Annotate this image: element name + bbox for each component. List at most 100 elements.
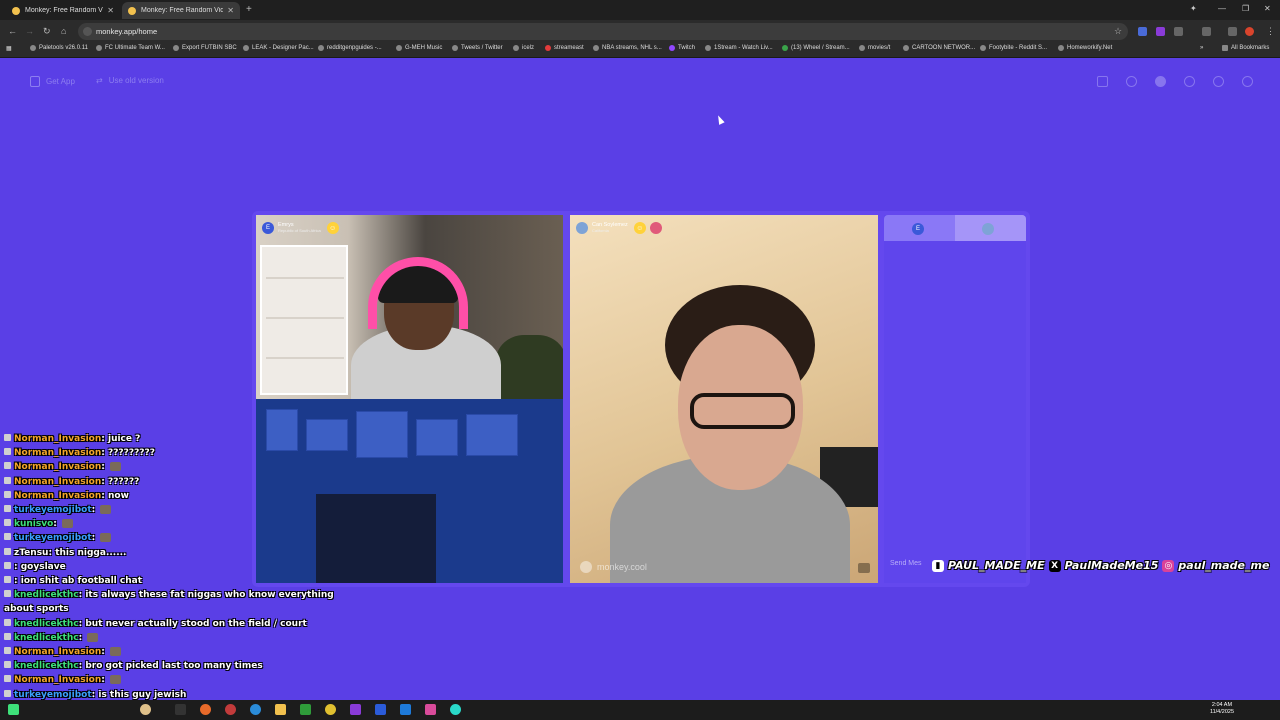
chat-username: Norman_Invasion (14, 434, 102, 444)
monkey-favicon-icon (12, 6, 20, 15)
captions-icon[interactable] (858, 563, 870, 573)
app-icon[interactable] (225, 704, 236, 715)
chat-tab-user[interactable]: E (912, 223, 924, 235)
app-icon[interactable] (140, 704, 151, 715)
bookmark-item[interactable]: Twitch (669, 45, 695, 51)
minimize-icon[interactable]: — (1218, 4, 1226, 13)
firefox-icon[interactable] (200, 704, 211, 715)
chat-icon[interactable] (1213, 76, 1224, 87)
avatar-icon[interactable] (1155, 76, 1166, 87)
bookmark-item[interactable]: NBA streams, NHL s... (593, 45, 662, 51)
search-icon[interactable] (1126, 76, 1137, 87)
chat-message: turkeyemojibot: (4, 531, 364, 545)
star-icon[interactable]: ☆ (1114, 26, 1122, 37)
side-panel-icon[interactable] (1202, 27, 1211, 36)
chat-text: goyslave (20, 561, 66, 572)
extension-icon[interactable]: ✦ (1190, 4, 1197, 13)
user-avatar: E (262, 222, 274, 234)
bookmark-item[interactable]: FC Ultimate Team W... (96, 45, 165, 51)
close-window-icon[interactable]: ✕ (1264, 4, 1271, 13)
chat-emote-icon (109, 462, 121, 472)
back-icon[interactable]: ← (8, 26, 17, 36)
settings-icon[interactable] (1242, 76, 1253, 87)
bookmark-item[interactable]: Export FUTBIN SBC (173, 45, 237, 51)
bookmark-item[interactable]: LEAK - Designer Pac... (243, 45, 314, 51)
chat-text: ????????? (107, 448, 155, 459)
bookmark-item[interactable]: (13) Wheel / Stream... (782, 45, 850, 51)
all-bookmarks[interactable]: All Bookmarks (1222, 45, 1269, 51)
app-icon[interactable] (400, 704, 411, 715)
browser-tab-2[interactable]: Monkey: Free Random Vide ✕ (122, 2, 240, 19)
phone-icon (30, 76, 40, 87)
shop-icon[interactable] (1097, 76, 1108, 87)
new-tab-icon[interactable]: + (246, 4, 252, 15)
apps-icon[interactable]: ▦ (6, 45, 12, 52)
chat-text: bro got picked last too many times (85, 661, 263, 672)
stream-user-info[interactable]: Can Soylemez California ☺ (576, 221, 662, 235)
close-tab-icon[interactable]: ✕ (227, 6, 234, 15)
browser-tab-1[interactable]: Monkey: Free Random Video C ✕ (6, 2, 120, 19)
chat-emote-icon (109, 675, 121, 685)
app-icon[interactable] (450, 704, 461, 715)
forward-icon[interactable]: → (25, 26, 34, 36)
bookmark-item[interactable]: Paletools v26.0.11 (30, 45, 88, 51)
bookmark-item[interactable]: Tweets / Twitter (452, 45, 503, 51)
chat-username: knedlicekthc (14, 618, 79, 629)
close-tab-icon[interactable]: ✕ (107, 6, 114, 15)
chat-message: Norman_Invasion: (4, 673, 364, 687)
user-badge-icon (4, 434, 11, 441)
bookmark-item[interactable]: streameast (545, 45, 584, 51)
chat-message: Norman_Invasion: ?????? (4, 475, 364, 489)
monkey-favicon-icon (128, 6, 136, 15)
bookmark-item[interactable]: redditgenpguides -... (318, 45, 382, 51)
user-badge-icon (4, 448, 11, 456)
app-icon[interactable] (375, 704, 386, 715)
chrome-icon[interactable] (325, 704, 336, 715)
history-icon[interactable] (1184, 76, 1195, 87)
user-location: California (592, 228, 609, 233)
app-icon[interactable] (425, 704, 436, 715)
file-explorer-icon[interactable] (275, 704, 286, 715)
bookmark-item[interactable]: CARTOON NETWOR... (903, 45, 975, 51)
bookmark-item[interactable]: G-MEH Music (396, 45, 442, 51)
user-badge-icon (4, 462, 11, 470)
xbox-icon[interactable] (300, 704, 311, 715)
reload-icon[interactable]: ↻ (43, 26, 51, 37)
downloads-icon[interactable] (1228, 27, 1237, 36)
user-badge-icon (4, 590, 11, 598)
maximize-icon[interactable]: ❐ (1242, 4, 1249, 13)
chat-message: zTensu: this nigga...... (4, 546, 364, 560)
user-badge-icon (4, 661, 11, 669)
address-bar[interactable]: monkey.app/home (78, 23, 1128, 40)
app-icon[interactable] (250, 704, 261, 715)
bookmark-item[interactable]: icelz (513, 45, 534, 51)
browser-tab-strip: Monkey: Free Random Video C ✕ Monkey: Fr… (0, 0, 1280, 20)
bookmark-item[interactable]: Footybite - Reddit S... (980, 45, 1047, 51)
more-bookmarks-icon[interactable]: » (1200, 45, 1203, 51)
send-message-input[interactable]: Send Mes (890, 560, 922, 567)
bookmark-item[interactable]: movies/t (859, 45, 890, 51)
chat-message: knedlicekthc: its always these fat nigga… (4, 590, 334, 615)
extension-icon[interactable] (1156, 27, 1165, 36)
extension-icon[interactable] (1138, 27, 1147, 36)
bookmarks-bar: ▦ Paletools v26.0.11 FC Ultimate Team W.… (0, 43, 1280, 58)
obs-icon[interactable] (350, 704, 361, 715)
use-old-version-button[interactable]: ⇄ Use old version (96, 76, 164, 85)
chat-user-tabs: E (884, 215, 1026, 241)
chat-text: this nigga...... (55, 547, 127, 558)
extensions-puzzle-icon[interactable] (1174, 27, 1183, 36)
bookmark-item[interactable]: Homeworkify.Net (1058, 45, 1112, 51)
menu-icon[interactable]: ⋮ (1266, 26, 1275, 37)
system-clock[interactable]: 2:04 AM 11/4/2025 (1210, 702, 1234, 716)
chat-message: : ion shit ab football chat (4, 574, 364, 588)
chat-tab-user[interactable] (982, 223, 994, 235)
site-info-icon[interactable] (83, 27, 92, 36)
partner-user-info[interactable]: E Emrys Republic of South Africa ☺ (262, 221, 339, 235)
home-icon[interactable]: ⌂ (61, 26, 66, 36)
task-view-icon[interactable] (175, 704, 186, 715)
bookmark-item[interactable]: 1Stream - Watch Liv... (705, 45, 773, 51)
chat-username: knedlicekthc (14, 661, 79, 672)
profile-avatar[interactable] (1245, 27, 1254, 36)
emoji-badge-icon: ☺ (633, 222, 646, 234)
get-app-button[interactable]: Get App (30, 76, 75, 87)
